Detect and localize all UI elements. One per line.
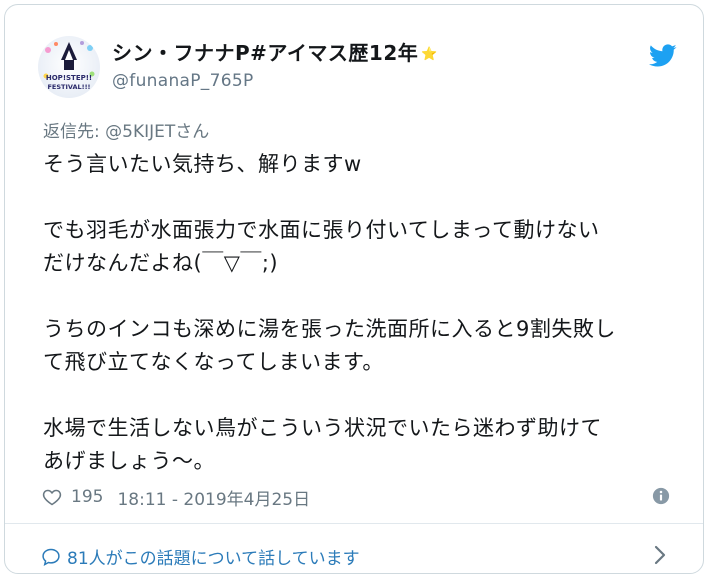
chevron-right-icon[interactable] [654,545,666,565]
tweet-timestamp[interactable]: 18:11 - 2019年4月25日 [117,485,310,510]
info-icon[interactable] [652,487,670,505]
conversation-label[interactable]: 81人がこの話題について話しています [67,544,360,569]
twitter-bird-icon[interactable] [649,44,677,68]
reply-to: 返信先: @5KIJETさん [43,117,209,142]
tweet-card: HOP!STEP!! FESTIVAL!!! シン・フナナP#アイマス歴12年 ⭐… [4,4,704,574]
star-badge-icon: ⭐ [421,47,438,62]
like-count[interactable]: 195 [71,487,103,507]
tweet-paragraph: うちのインコも深めに湯を張った洗面所に入ると9割失敗し て飛び立てなくなってしま… [43,317,616,374]
tweet-meta: 195 18:11 - 2019年4月25日 [42,485,310,510]
speech-bubble-icon [42,548,60,566]
tweet-paragraph: 水場で生活しない鳥がこういう状況でいたら迷わず助けて あげましょう〜。 [43,416,602,473]
reply-label: 返信先: [43,122,106,142]
author-names: シン・フナナP#アイマス歴12年 ⭐ @funanaP_765P [112,37,438,91]
tweet-paragraph: でも羽毛が水面張力で水面に張り付いてしまって動けない だけなんだよね(￣▽￣;) [43,218,600,275]
divider [5,523,703,524]
svg-text:FESTIVAL!!!: FESTIVAL!!! [47,83,90,91]
display-name[interactable]: シン・フナナP#アイマス歴12年 ⭐ [112,37,438,66]
avatar[interactable]: HOP!STEP!! FESTIVAL!!! [38,36,100,98]
tweet-text: そう言いたい気持ち、解りますw でも羽毛が水面張力で水面に張り付いてしまって動け… [43,148,693,478]
tweet-header: HOP!STEP!! FESTIVAL!!! シン・フナナP#アイマス歴12年 ⭐… [34,30,679,100]
conversation-link[interactable]: 81人がこの話題について話しています [41,544,360,569]
heart-icon[interactable] [42,487,62,507]
svg-text:HOP!STEP!!: HOP!STEP!! [46,74,92,82]
tweet-paragraph: そう言いたい気持ち、解りますw [43,152,362,176]
author-handle[interactable]: @funanaP_765P [112,71,438,91]
reply-mention-link[interactable]: @5KIJETさん [105,122,209,142]
display-name-text[interactable]: シン・フナナP#アイマス歴12年 [112,41,418,65]
